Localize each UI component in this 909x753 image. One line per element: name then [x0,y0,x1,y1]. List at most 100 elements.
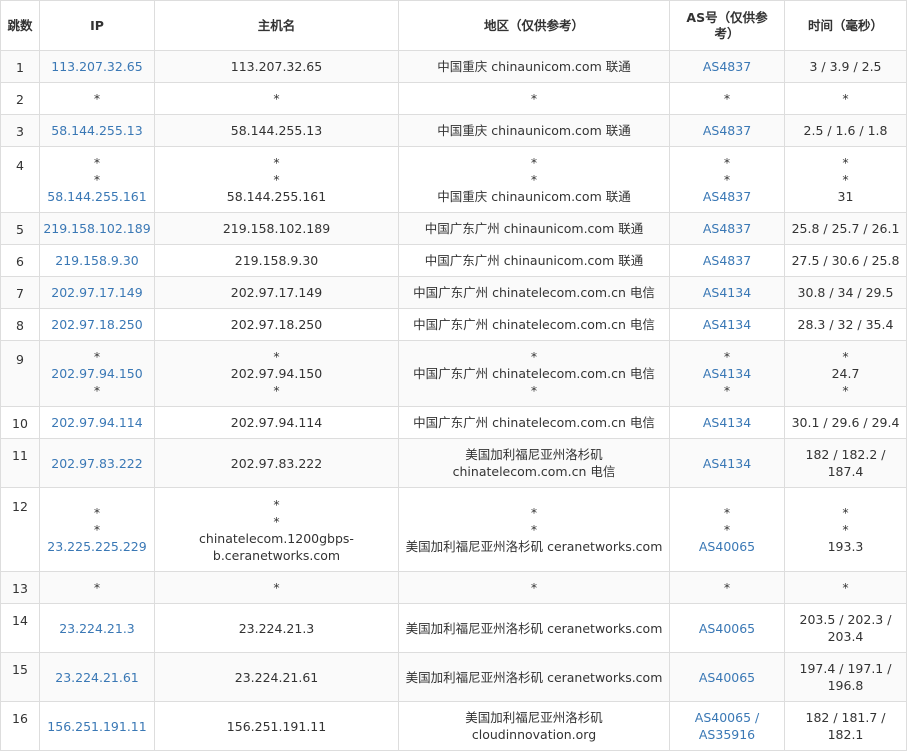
time-cell-text: * [842,522,849,537]
time-cell: * * 31 [784,146,907,213]
ip-link[interactable]: 219.158.102.189 [43,220,151,237]
ip-link[interactable]: 202.97.18.250 [43,316,151,333]
ip-link[interactable]: 202.97.83.222 [43,455,151,472]
hostname-cell-text: * [273,496,280,512]
time-cell: 197.4 / 197.1 / 196.8 [784,652,907,702]
time-cell: * [784,571,907,604]
ip-cell: * [39,82,155,115]
time-cell-text: 31 [837,189,854,204]
ip-link[interactable]: 58.144.255.161 [43,188,151,205]
time-cell: 27.5 / 30.6 / 25.8 [784,244,907,277]
asn-link[interactable]: AS4837 [673,188,781,205]
hostname-cell-text: 202.97.17.149 [230,285,323,300]
asn-link[interactable]: AS4134 [673,455,781,472]
hostname-cell-text: 219.158.9.30 [234,253,319,268]
time-cell: 30.8 / 34 / 29.5 [784,276,907,309]
hostname-cell: 58.144.255.13 [154,114,399,147]
time-cell: * 24.7 * [784,340,907,407]
hostname-cell-text: 23.224.21.3 [238,620,315,636]
time-cell-text: 193.3 [827,539,864,554]
region-cell-text: * [530,383,538,398]
ip-link[interactable]: 219.158.9.30 [43,252,151,269]
hostname-cell: * [154,82,399,115]
time-cell-text: * [842,91,849,106]
hostname-column-header: 主机名 [154,0,399,51]
asn-link[interactable]: AS4134 [673,316,781,333]
ip-link[interactable]: 23.225.225.229 [43,538,151,555]
region-cell-text: 美国加利福尼亚州洛杉矶 ceranetworks.com [405,620,663,636]
asn-link[interactable]: AS4837 [673,122,781,139]
hostname-cell-text: 58.144.255.161 [226,189,327,204]
region-cell-text: * [530,349,538,364]
hostname-cell-text: chinatelecom.1200gbps- [199,530,354,546]
time-cell-text: * [842,349,849,364]
asn-link[interactable]: AS4837 [673,58,781,75]
time-cell-text: 203.5 / 202.3 / [799,612,892,627]
asn-cell: * * AS4837 [669,146,785,213]
time-cell-text: * [842,580,849,595]
hop-number-cell: 14 [0,603,40,653]
ip-cell-text: * [93,522,101,537]
time-cell: 30.1 / 29.6 / 29.4 [784,406,907,439]
asn-link[interactable]: AS40065 / [673,709,781,726]
hostname-cell: 23.224.21.3 [154,603,399,653]
time-cell-text: * [842,383,849,398]
ip-cell: 219.158.9.30 [39,244,155,277]
ip-link[interactable]: 58.144.255.13 [43,122,151,139]
time-cell: 28.3 / 32 / 35.4 [784,308,907,341]
region-cell-text: 中国广东广州 chinatelecom.com.cn 电信 [413,415,655,430]
ip-cell: 202.97.18.250 [39,308,155,341]
asn-cell: AS40065 [669,652,785,702]
asn-cell: AS4837 [669,114,785,147]
ip-link[interactable]: 23.224.21.61 [43,669,151,686]
region-cell-text: 中国重庆 chinaunicom.com 联通 [437,123,631,138]
ip-link[interactable]: 156.251.191.11 [43,718,151,735]
time-cell-text: 182 / 181.7 / [805,710,886,725]
table-row: 16 156.251.191.11 156.251.191.11 美国加利福尼亚州洛杉… [0,701,907,751]
ip-cell: 23.224.21.3 [39,603,155,653]
asn-link[interactable]: AS35916 [673,726,781,743]
asn-link[interactable]: AS4134 [673,414,781,431]
region-cell: 中国广东广州 chinatelecom.com.cn 电信 [398,308,670,341]
time-cell-text: * [842,172,849,187]
asn-link[interactable]: AS4837 [673,252,781,269]
region-cell-text: 中国广东广州 chinatelecom.com.cn 电信 [413,285,655,300]
hop-number-cell: 3 [0,114,40,147]
time-cell-text: 182 / 182.2 / [805,447,886,462]
time-cell-text: * [842,505,849,520]
ip-link[interactable]: 202.97.94.114 [43,414,151,431]
ip-link[interactable]: 113.207.32.65 [43,58,151,75]
ip-link[interactable]: 202.97.94.150 [43,365,151,382]
region-cell: * * 美国加利福尼亚州洛杉矶 ceranetworks.com [398,487,670,572]
asn-column-header: AS号（仅供参考） [669,0,785,51]
hostname-cell-text: * [273,349,280,364]
ip-link[interactable]: 202.97.17.149 [43,284,151,301]
hostname-cell-text: 202.97.18.250 [230,317,323,332]
hostname-cell: 202.97.94.114 [154,406,399,439]
hop-number-cell: 16 [0,701,40,751]
asn-cell-text: * [723,522,731,537]
asn-cell: * * AS40065 [669,487,785,572]
asn-link[interactable]: AS4134 [673,365,781,382]
ip-cell: 113.207.32.65 [39,50,155,83]
time-cell-text: 30.1 / 29.6 / 29.4 [791,415,900,430]
region-cell-text: 美国加利福尼亚州洛杉矶 [465,447,603,462]
region-cell: 中国重庆 chinaunicom.com 联通 [398,114,670,147]
table-row: 7 202.97.17.149 202.97.17.149 中国广东广州 chinat… [0,276,907,309]
time-cell-text: 25.8 / 25.7 / 26.1 [791,221,900,236]
asn-link[interactable]: AS40065 [673,669,781,686]
asn-cell-text: * [723,91,731,106]
asn-link[interactable]: AS4134 [673,284,781,301]
asn-link[interactable]: AS40065 [673,538,781,555]
asn-link[interactable]: AS4837 [673,220,781,237]
hostname-cell: * 202.97.94.150 * [154,340,399,407]
time-cell-text: 28.3 / 32 / 35.4 [797,317,894,332]
table-row: 8 202.97.18.250 202.97.18.250 中国广东广州 chinat… [0,308,907,341]
asn-link[interactable]: AS40065 [673,620,781,637]
table-row: 6 219.158.9.30 219.158.9.30 中国广东广州 chinauni… [0,244,907,277]
ip-link[interactable]: 23.224.21.3 [43,620,151,637]
hostname-cell-text: 202.97.94.114 [230,415,323,430]
asn-cell-text: * [723,172,731,187]
region-cell: 美国加利福尼亚州洛杉矶 chinatelecom.com.cn 电信 [398,438,670,488]
region-cell-text: 中国广东广州 chinatelecom.com.cn 电信 [413,317,655,332]
